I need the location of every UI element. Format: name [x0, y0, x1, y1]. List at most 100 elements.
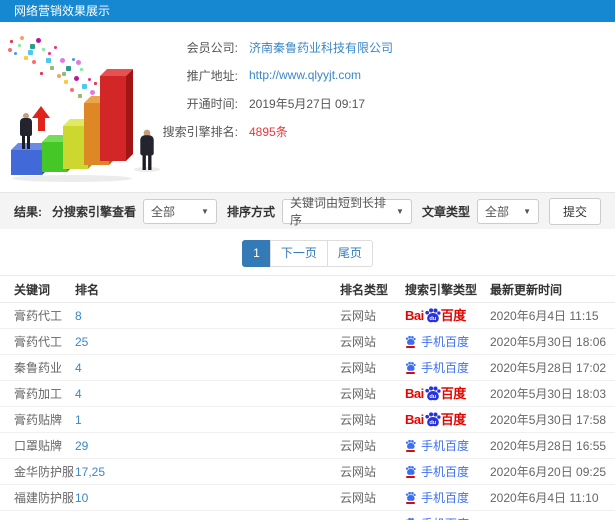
- rank-type-cell: 云网站: [340, 465, 377, 479]
- businessman-right: [139, 129, 155, 170]
- mobile-baidu-badge: 手机百度: [405, 437, 469, 454]
- keyword-cell: 膏药代工: [14, 309, 63, 323]
- promo-url-label: 推广地址:: [186, 68, 238, 83]
- bar-red: [100, 69, 133, 161]
- article-type-label: 文章类型: [421, 204, 470, 219]
- rank-link[interactable]: 8: [75, 309, 340, 323]
- rank-link[interactable]: 25: [75, 335, 340, 349]
- rank-link[interactable]: 4: [75, 387, 340, 401]
- table-row: 金华防护服 17,25 云网站 手机百度 2020年6月20日 09:25: [0, 459, 615, 485]
- rank-link[interactable]: 4: [75, 361, 340, 375]
- engine-cell: 手机百度: [405, 359, 490, 376]
- engine-cell: Bai du 百度: [405, 385, 490, 402]
- info-section: 会员公司: 济南秦鲁药业科技有限公司 推广地址: http://www.qlyy…: [0, 22, 615, 192]
- page-button-current[interactable]: 1: [242, 240, 271, 267]
- mobile-baidu-badge: 手机百度: [405, 359, 469, 376]
- svg-text:du: du: [429, 316, 436, 322]
- rank-link[interactable]: 17,25: [75, 465, 340, 479]
- mobile-baidu-badge: 手机百度: [405, 515, 469, 520]
- svg-text:du: du: [429, 394, 436, 400]
- engine-cell: 手机百度: [405, 333, 490, 350]
- open-time-label: 开通时间:: [186, 96, 238, 111]
- svg-text:du: du: [429, 420, 436, 426]
- updated-cell: 2020年6月20日 09:25: [490, 465, 607, 479]
- updated-cell: 2020年5月28日 17:02: [490, 361, 607, 375]
- company-link[interactable]: 济南秦鲁药业科技有限公司: [249, 39, 393, 56]
- mobile-baidu-icon: [405, 361, 416, 374]
- engine-cell: Bai du 百度: [405, 411, 490, 428]
- table-row: 福建防护服 10 云网站 手机百度 2020年6月4日 11:10: [0, 485, 615, 511]
- article-type-select-value: 全部: [484, 204, 509, 219]
- table-header-row: 关键词 排名 排名类型 搜索引擎类型 最新更新时间: [0, 275, 615, 303]
- rank-type-cell: 云网站: [340, 335, 377, 349]
- rank-table: 关键词 排名 排名类型 搜索引擎类型 最新更新时间 膏药代工 8 云网站 Bai du…: [0, 275, 615, 520]
- keyword-cell: 膏药加工: [14, 387, 63, 401]
- rank-type-cell: 云网站: [340, 491, 377, 505]
- rank-count-label: 搜索引擎排名:: [162, 124, 238, 139]
- rank-type-cell: 云网站: [340, 439, 377, 453]
- baidu-paw-icon: du: [425, 308, 441, 323]
- baidu-paw-icon: [405, 465, 416, 475]
- rank-link[interactable]: 29: [75, 439, 340, 453]
- baidu-logo: Bai du 百度: [405, 308, 466, 323]
- baidu-paw-icon: [405, 335, 416, 345]
- table-body: 膏药代工 8 云网站 Bai du 百度 2020年6月4日 11:15 膏药代工 25 云网站…: [0, 303, 615, 520]
- page-button[interactable]: 下一页: [269, 240, 328, 267]
- info-row-url: 推广地址: http://www.qlyyjt.com: [158, 61, 608, 89]
- mobile-baidu-icon: [405, 335, 416, 348]
- rank-link[interactable]: 1: [75, 413, 340, 427]
- chevron-down-icon: ▼: [523, 206, 531, 216]
- info-row-rankcount: 搜索引擎排名: 4895条: [158, 117, 608, 145]
- keyword-cell: 膏药代工: [14, 335, 63, 349]
- mobile-baidu-badge: 手机百度: [405, 463, 469, 480]
- sort-select-value: 关键词由短到长排序: [289, 196, 386, 227]
- mobile-baidu-icon: [405, 439, 416, 452]
- keyword-cell: 口罩贴牌: [14, 439, 63, 453]
- keyword-cell: 秦鲁药业: [14, 361, 63, 375]
- bars-shadow: [12, 175, 132, 182]
- baidu-logo: Bai du 百度: [405, 386, 466, 401]
- company-label: 会员公司:: [186, 40, 238, 55]
- submit-button[interactable]: 提交: [548, 197, 601, 225]
- rank-link[interactable]: 10: [75, 491, 340, 505]
- member-info: 会员公司: 济南秦鲁药业科技有限公司 推广地址: http://www.qlyy…: [158, 33, 608, 145]
- rank-type-cell: 云网站: [340, 309, 377, 323]
- baidu-paw-icon: du: [425, 386, 441, 401]
- table-row: 膏药代工 25 云网站 手机百度 2020年5月30日 18:06: [0, 329, 615, 355]
- page-button[interactable]: 尾页: [326, 240, 373, 267]
- page-title: 网络营销效果展示: [0, 0, 615, 22]
- keyword-cell: 膏药贴牌: [14, 413, 63, 427]
- growth-arrow-icon: [32, 106, 50, 131]
- mobile-baidu-icon: [405, 491, 416, 504]
- info-row-company: 会员公司: 济南秦鲁药业科技有限公司: [158, 33, 608, 61]
- table-row: 膏药贴牌 1 云网站 Bai du 百度 2020年5月30日 17:58: [0, 407, 615, 433]
- result-label: 结果:: [14, 204, 42, 219]
- rank-type-cell: 云网站: [340, 387, 377, 401]
- keyword-cell: 福建防护服: [14, 491, 75, 505]
- article-type-select[interactable]: 全部 ▼: [476, 198, 539, 224]
- header-rank: 排名: [75, 282, 100, 297]
- rank-type-cell: 云网站: [340, 361, 377, 375]
- chevron-down-icon: ▼: [396, 206, 404, 216]
- baidu-paw-icon: [405, 439, 416, 449]
- mobile-baidu-badge: 手机百度: [405, 333, 469, 350]
- keyword-cell: 金华防护服: [14, 465, 75, 479]
- promo-url-link[interactable]: http://www.qlyyjt.com: [249, 68, 361, 82]
- table-row: 膏药加工 4 云网站 Bai du 百度 2020年5月30日 18:03: [0, 381, 615, 407]
- header-engine-type: 搜索引擎类型: [405, 282, 478, 297]
- open-time-value: 2019年5月27日 09:17: [249, 96, 366, 111]
- sort-label: 排序方式: [226, 204, 275, 219]
- header-rank-type: 排名类型: [340, 282, 389, 297]
- baidu-logo: Bai du 百度: [405, 412, 466, 427]
- engine-cell: 手机百度: [405, 515, 490, 520]
- pagination: 1 下一页 尾页: [0, 240, 615, 267]
- engine-cell: Bai du 百度: [405, 307, 490, 324]
- header-updated: 最新更新时间: [490, 282, 563, 297]
- sort-select[interactable]: 关键词由短到长排序 ▼: [281, 196, 412, 227]
- engine-cell: 手机百度: [405, 463, 490, 480]
- engine-select-value: 全部: [150, 204, 175, 219]
- engine-cell: 手机百度: [405, 437, 490, 454]
- updated-cell: 2020年5月28日 16:55: [490, 439, 607, 453]
- engine-select[interactable]: 全部 ▼: [142, 198, 217, 224]
- mobile-baidu-badge: 手机百度: [405, 489, 469, 506]
